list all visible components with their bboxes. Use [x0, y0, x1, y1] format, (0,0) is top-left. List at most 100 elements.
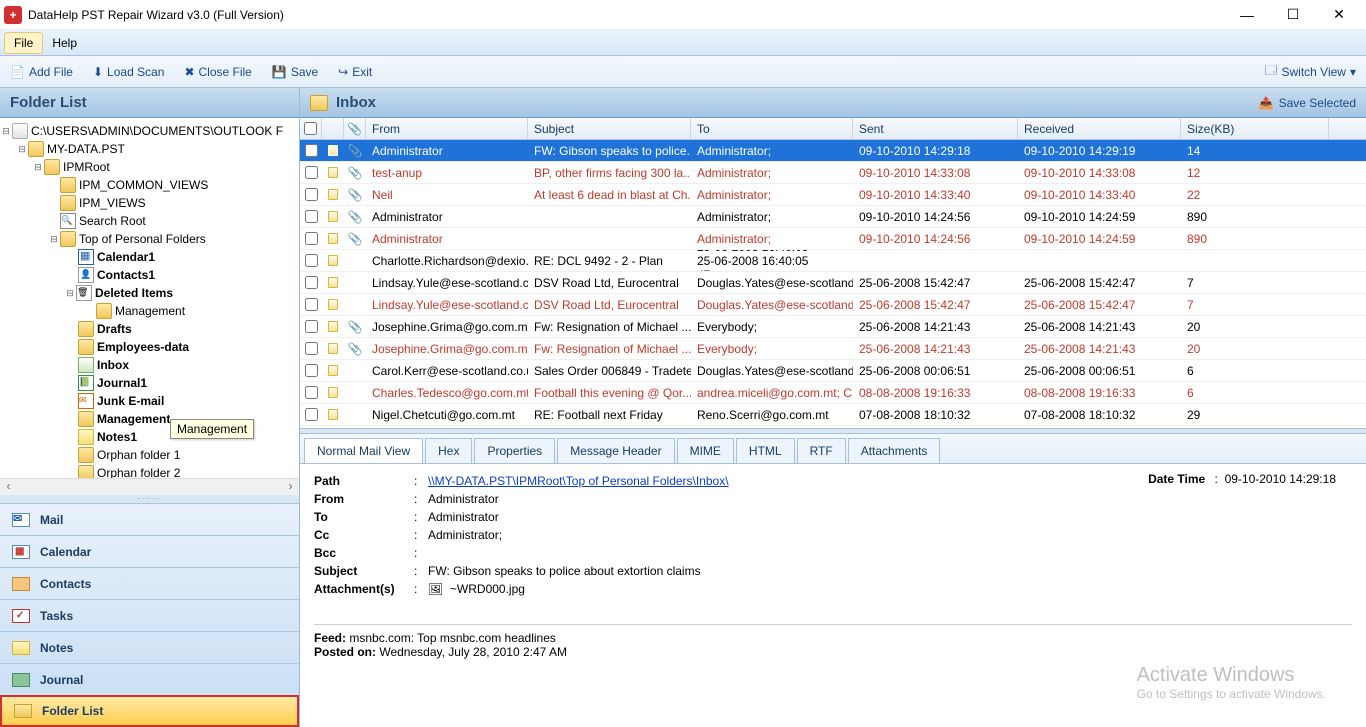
tree-item-common[interactable]: IPM_COMMON_VIEWS — [79, 178, 208, 192]
message-row[interactable]: 📎AdministratorAdministrator;09-10-2010 1… — [300, 228, 1366, 250]
tree-collapse-icon[interactable]: ⊟ — [32, 162, 44, 173]
col-from[interactable]: From — [366, 118, 528, 139]
load-scan-button[interactable]: ⬇Load Scan — [83, 61, 174, 83]
tab-attachments[interactable]: Attachments — [848, 438, 941, 463]
header-attachment-icon[interactable]: 📎 — [344, 118, 366, 139]
tree-item-ipmroot[interactable]: IPMRoot — [63, 160, 110, 174]
tree-h-scrollbar[interactable]: ‹› — [0, 478, 299, 495]
row-checkbox[interactable] — [305, 210, 318, 223]
pane-grip[interactable]: ····· — [0, 495, 299, 503]
row-checkbox[interactable] — [305, 386, 318, 399]
tree-item-cont[interactable]: Contacts1 — [97, 268, 155, 282]
save-selected-button[interactable]: 📤Save Selected — [1259, 96, 1356, 110]
message-row[interactable]: Lindsay.Yule@ese-scotland.c...DSV Road L… — [300, 272, 1366, 294]
save-button[interactable]: 💾Save — [262, 61, 328, 83]
col-size[interactable]: Size(KB) — [1181, 118, 1329, 139]
menu-file[interactable]: File — [4, 32, 43, 54]
message-row[interactable]: Lindsay.Yule@ese-scotland.c...DSV Road L… — [300, 294, 1366, 316]
row-checkbox[interactable] — [305, 364, 318, 377]
tree-item-orph2[interactable]: Orphan folder 2 — [97, 466, 180, 478]
message-row[interactable]: 📎Josephine.Grima@go.com.mtFw: Resignatio… — [300, 338, 1366, 360]
message-row[interactable]: 📎AdministratorFW: Gibson speaks to polic… — [300, 140, 1366, 162]
nav-journal[interactable]: Journal — [0, 663, 299, 695]
folder-tree[interactable]: ⊟C:\USERS\ADMIN\DOCUMENTS\OUTLOOK F ⊟MY-… — [0, 118, 299, 478]
nav-mail[interactable]: Mail — [0, 503, 299, 535]
header-checkbox[interactable] — [300, 118, 322, 139]
nav-tasks[interactable]: Tasks — [0, 599, 299, 631]
cell-from: Josephine.Grima@go.com.mt — [366, 338, 528, 359]
col-sent[interactable]: Sent — [853, 118, 1018, 139]
message-row[interactable]: Nigel.Chetcuti@go.com.mtRE: Football nex… — [300, 404, 1366, 426]
tree-item-notes[interactable]: Notes1 — [97, 430, 137, 444]
tree-collapse-icon[interactable]: ⊟ — [48, 234, 60, 245]
cell-subject: DSV Road Ltd, Eurocentral — [528, 272, 691, 293]
cell-subject: BP, other firms facing 300 la... — [528, 162, 691, 183]
tree-item-emp[interactable]: Employees-data — [97, 340, 189, 354]
row-checkbox[interactable] — [305, 188, 318, 201]
nav-notes[interactable]: Notes — [0, 631, 299, 663]
tab-rtf[interactable]: RTF — [797, 438, 846, 463]
header-mail-icon[interactable] — [322, 118, 344, 139]
tree-item-pst[interactable]: MY-DATA.PST — [47, 142, 125, 156]
tree-item-journ[interactable]: Journal1 — [97, 376, 147, 390]
message-row[interactable]: Charlotte.Richardson@dexio...RE: DCL 949… — [300, 250, 1366, 272]
row-checkbox[interactable] — [305, 320, 318, 333]
tree-item-mgmt2[interactable]: Management — [97, 412, 170, 426]
col-to[interactable]: To — [691, 118, 853, 139]
grid-body[interactable]: 📎AdministratorFW: Gibson speaks to polic… — [300, 140, 1366, 426]
nav-contacts[interactable]: Contacts — [0, 567, 299, 599]
tree-item-drafts[interactable]: Drafts — [97, 322, 132, 336]
tab-message-header[interactable]: Message Header — [557, 438, 674, 463]
nav-folder-list[interactable]: Folder List — [0, 695, 299, 727]
row-checkbox[interactable] — [305, 408, 318, 421]
tree-item-orph1[interactable]: Orphan folder 1 — [97, 448, 180, 462]
col-subject[interactable]: Subject — [528, 118, 691, 139]
close-window-button[interactable]: ✕ — [1316, 0, 1362, 30]
cell-to: Administrator; — [691, 228, 853, 249]
row-checkbox[interactable] — [305, 342, 318, 355]
tab-properties[interactable]: Properties — [474, 438, 555, 463]
tree-item-inbox[interactable]: Inbox — [97, 358, 129, 372]
tree-collapse-icon[interactable]: ⊟ — [64, 288, 76, 299]
tree-item-views[interactable]: IPM_VIEWS — [79, 196, 146, 210]
message-row[interactable]: 📎NeilAt least 6 dead in blast at Ch...Ad… — [300, 184, 1366, 206]
add-file-button[interactable]: 📄Add File — [0, 61, 83, 83]
exit-button[interactable]: ↪Exit — [328, 61, 382, 83]
col-received[interactable]: Received — [1018, 118, 1181, 139]
drive-icon — [12, 123, 28, 139]
tree-item-cal[interactable]: Calendar1 — [97, 250, 155, 264]
row-checkbox[interactable] — [305, 232, 318, 245]
tree-item-top[interactable]: Top of Personal Folders — [79, 232, 206, 246]
tab-normal[interactable]: Normal Mail View — [304, 438, 423, 463]
row-checkbox[interactable] — [305, 298, 318, 311]
switch-view-button[interactable]: 🗔Switch View ▾ — [1254, 57, 1366, 86]
close-icon: ✖ — [184, 65, 194, 79]
message-row[interactable]: 📎Josephine.Grima@go.com.mtFw: Resignatio… — [300, 316, 1366, 338]
mail-icon — [328, 365, 338, 376]
tree-item-mgmt[interactable]: Management — [115, 304, 185, 318]
minimize-button[interactable]: — — [1224, 0, 1270, 30]
row-checkbox[interactable] — [305, 166, 318, 179]
tab-hex[interactable]: Hex — [425, 438, 472, 463]
tab-mime[interactable]: MIME — [677, 438, 734, 463]
tree-item-root[interactable]: C:\USERS\ADMIN\DOCUMENTS\OUTLOOK F — [31, 124, 283, 138]
cell-to: andrea.miceli@go.com.mt; C... — [691, 382, 853, 403]
row-checkbox[interactable] — [305, 144, 318, 157]
tree-collapse-icon[interactable]: ⊟ — [0, 126, 12, 137]
message-row[interactable]: Carol.Kerr@ese-scotland.co.ukSales Order… — [300, 360, 1366, 382]
tab-html[interactable]: HTML — [736, 438, 795, 463]
tree-item-del[interactable]: Deleted Items — [95, 286, 173, 300]
nav-calendar[interactable]: Calendar — [0, 535, 299, 567]
message-row[interactable]: 📎AdministratorAdministrator;09-10-2010 1… — [300, 206, 1366, 228]
message-row[interactable]: 📎test-anupBP, other firms facing 300 la.… — [300, 162, 1366, 184]
close-file-button[interactable]: ✖Close File — [174, 61, 261, 83]
menu-help[interactable]: Help — [43, 33, 86, 53]
tree-collapse-icon[interactable]: ⊟ — [16, 144, 28, 155]
message-row[interactable]: Charles.Tedesco@go.com.mtFootball this e… — [300, 382, 1366, 404]
cell-received: 09-10-2010 14:24:59 — [1018, 206, 1181, 227]
row-checkbox[interactable] — [305, 254, 318, 267]
maximize-button[interactable]: ☐ — [1270, 0, 1316, 30]
tree-item-junk[interactable]: Junk E-mail — [97, 394, 164, 408]
row-checkbox[interactable] — [305, 276, 318, 289]
tree-item-search[interactable]: Search Root — [79, 214, 146, 228]
